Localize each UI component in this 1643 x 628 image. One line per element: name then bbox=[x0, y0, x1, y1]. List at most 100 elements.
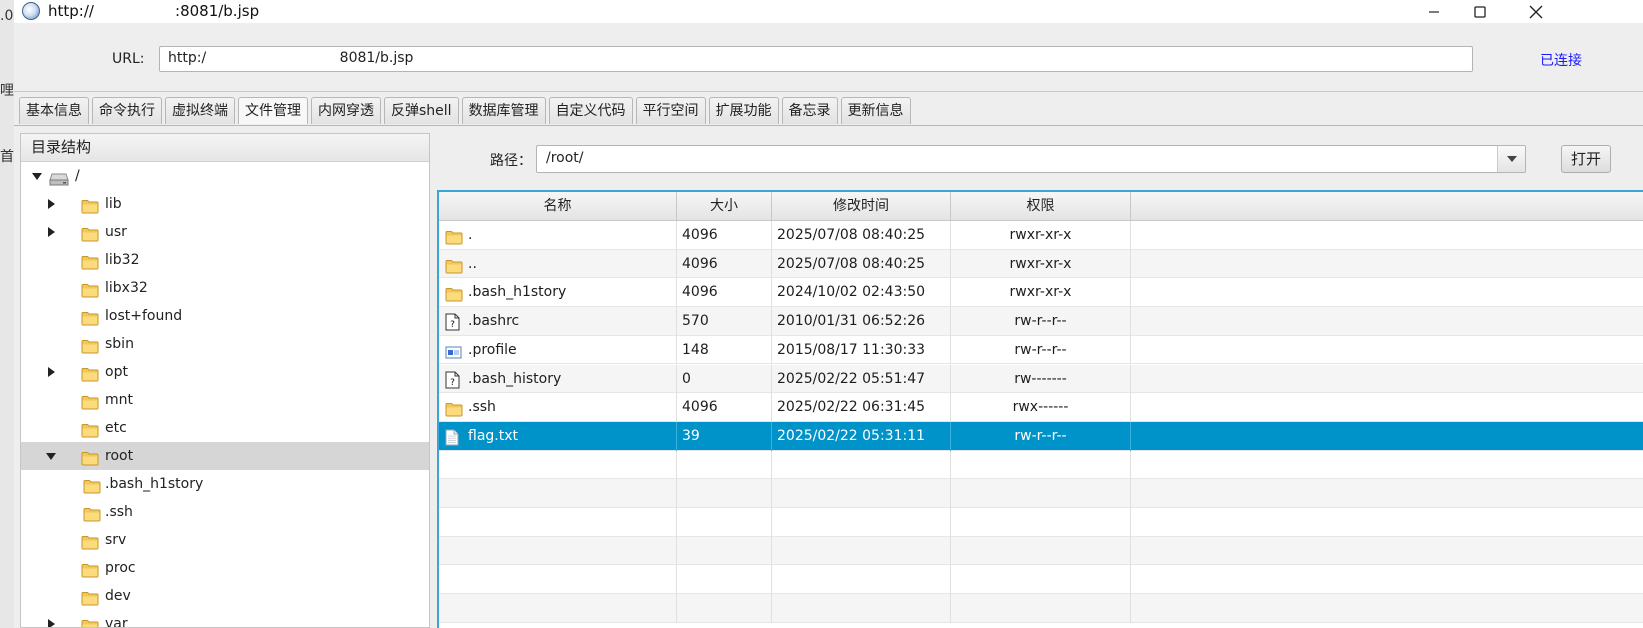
tab[interactable]: 扩展功能 bbox=[708, 97, 779, 124]
collapsed-arrow-icon[interactable] bbox=[45, 610, 57, 627]
file-size-cell: 148 bbox=[677, 335, 772, 365]
file-name: .bash_history bbox=[468, 370, 562, 387]
column-header[interactable]: 权限 bbox=[951, 192, 1131, 221]
tree-item[interactable]: usr bbox=[21, 218, 429, 246]
column-header[interactable]: 名称 bbox=[439, 192, 677, 221]
tab[interactable]: 数据库管理 bbox=[461, 97, 546, 124]
table-row[interactable]: .bash_h1story 4096 2024/10/02 02:43:50 rwxr… bbox=[439, 278, 1643, 308]
tree-header: 目录结构 bbox=[21, 134, 429, 162]
window-title: http:// :8081/b.jsp bbox=[48, 2, 260, 20]
text-file-icon bbox=[445, 428, 459, 451]
tree-item-label: opt bbox=[105, 364, 128, 380]
tree-item[interactable]: srv bbox=[21, 526, 429, 554]
column-header[interactable]: 大小 bbox=[677, 192, 772, 221]
tree-item[interactable]: root bbox=[21, 442, 429, 470]
file-mtime-cell bbox=[772, 536, 951, 566]
tree-item[interactable]: lib32 bbox=[21, 246, 429, 274]
tree-item-label: mnt bbox=[105, 392, 133, 408]
filler-cell bbox=[1131, 508, 1643, 537]
table-header: 名称 大小 修改时间 权限 bbox=[439, 192, 1643, 221]
file-permission-cell: rwxr-xr-x bbox=[951, 278, 1131, 308]
filler-cell bbox=[1131, 221, 1643, 250]
file-name-cell: .ssh bbox=[439, 393, 677, 422]
table-row[interactable]: .ssh 4096 2025/02/22 06:31:45 rwx------ bbox=[439, 393, 1643, 422]
file-name-cell: ? .bash_history bbox=[439, 364, 677, 394]
tree-item[interactable]: dev bbox=[21, 582, 429, 610]
tab[interactable]: 内网穿透 bbox=[311, 97, 381, 124]
tree-item[interactable]: opt bbox=[21, 358, 429, 386]
tree-item-label: proc bbox=[105, 560, 136, 576]
open-button[interactable]: 打开 bbox=[1561, 145, 1611, 173]
app-icon bbox=[22, 2, 40, 20]
tab[interactable]: 命令执行 bbox=[92, 97, 162, 124]
svg-text:?: ? bbox=[450, 378, 455, 388]
tree-item[interactable]: libx32 bbox=[21, 274, 429, 302]
path-dropdown-button[interactable] bbox=[1497, 146, 1525, 172]
filler-cell bbox=[1131, 565, 1643, 594]
tab[interactable]: 自定义代码 bbox=[548, 97, 633, 124]
tree-item[interactable]: lib bbox=[21, 190, 429, 218]
file-mtime-cell: 2024/10/02 02:43:50 bbox=[772, 278, 951, 308]
title-bar[interactable]: http:// :8081/b.jsp bbox=[14, 0, 1643, 23]
table-row[interactable]: ? .bash_history 0 2025/02/22 05:51:47 rw----… bbox=[439, 364, 1643, 394]
table-row[interactable]: flag.txt 39 2025/02/22 05:31:11 rw-r--r-- bbox=[439, 421, 1643, 451]
filler-cell bbox=[1131, 307, 1643, 336]
directory-tree-panel: 目录结构 / lib usr lib32 libx32 lost+found sbin opt… bbox=[20, 133, 430, 628]
tab[interactable]: 更新信息 bbox=[840, 97, 911, 124]
collapsed-arrow-icon[interactable] bbox=[45, 218, 57, 246]
filler-cell bbox=[1131, 594, 1643, 623]
maximize-button[interactable] bbox=[1457, 0, 1503, 23]
background-text: 哩 bbox=[0, 83, 14, 99]
filler-cell bbox=[1131, 365, 1643, 394]
table-row[interactable]: .. 4096 2025/07/08 08:40:25 rwxr-xr-x bbox=[439, 249, 1643, 279]
tree-item[interactable]: .ssh bbox=[21, 498, 429, 526]
tree-item-label: var bbox=[105, 616, 128, 628]
tab[interactable]: 平行空间 bbox=[635, 97, 706, 124]
tab-bar: 基本信息 命令执行 虚拟终端 文件管理 内网穿透 反弹shell 数据库管理 自定义代码 平行空… bbox=[19, 97, 914, 125]
tree-item[interactable]: mnt bbox=[21, 386, 429, 414]
file-size-cell: 570 bbox=[677, 307, 772, 336]
path-input[interactable]: /root/ bbox=[546, 150, 584, 166]
background-text: 首 bbox=[0, 149, 14, 165]
path-combobox[interactable]: /root/ bbox=[536, 145, 1526, 173]
tree-item[interactable]: lost+found bbox=[21, 302, 429, 330]
connection-status: 已连接 bbox=[1540, 53, 1582, 69]
empty-table-row bbox=[439, 565, 1643, 595]
url-label: URL: bbox=[112, 51, 145, 67]
tab[interactable]: 虚拟终端 bbox=[165, 97, 235, 124]
url-input[interactable]: http:/ 8081/b.jsp bbox=[159, 46, 1473, 72]
column-header[interactable]: 修改时间 bbox=[772, 192, 951, 221]
filler-cell bbox=[1131, 250, 1643, 279]
tree-item-label: root bbox=[105, 448, 134, 464]
filler-cell bbox=[1131, 422, 1643, 451]
tree-item-label: lib32 bbox=[105, 252, 140, 268]
tree-item[interactable]: var bbox=[21, 610, 429, 628]
minimize-button[interactable] bbox=[1411, 0, 1457, 23]
tab[interactable]: 文件管理 bbox=[238, 97, 308, 124]
tree-item[interactable]: sbin bbox=[21, 330, 429, 358]
table-row[interactable]: ? .bashrc 570 2010/01/31 06:52:26 rw-r--r-- bbox=[439, 307, 1643, 336]
app-window: http:// :8081/b.jsp URL: http:/ 8081/b.j… bbox=[14, 0, 1643, 628]
collapsed-arrow-icon[interactable] bbox=[45, 190, 57, 218]
close-button[interactable] bbox=[1513, 0, 1559, 23]
file-mtime-cell bbox=[772, 565, 951, 595]
file-mtime-cell bbox=[772, 508, 951, 537]
file-permission-cell: rwxr-xr-x bbox=[951, 249, 1131, 279]
collapsed-arrow-icon[interactable] bbox=[45, 358, 57, 386]
tree-item[interactable]: / bbox=[21, 162, 429, 190]
tree-item[interactable]: .bash_h1story bbox=[21, 470, 429, 498]
tree-item[interactable]: etc bbox=[21, 414, 429, 442]
filler-cell bbox=[1131, 537, 1643, 566]
tab[interactable]: 基本信息 bbox=[19, 97, 89, 124]
tab[interactable]: 反弹shell bbox=[384, 97, 459, 124]
file-size-cell: 39 bbox=[677, 421, 772, 451]
tree-item[interactable]: proc bbox=[21, 554, 429, 582]
file-name-cell bbox=[439, 536, 677, 566]
tab[interactable]: 备忘录 bbox=[781, 97, 838, 124]
table-row[interactable]: .profile 148 2015/08/17 11:30:33 rw-r--r-- bbox=[439, 335, 1643, 365]
expanded-arrow-icon[interactable] bbox=[45, 442, 57, 470]
folder-icon bbox=[445, 256, 463, 279]
empty-table-row bbox=[439, 536, 1643, 566]
table-row[interactable]: . 4096 2025/07/08 08:40:25 rwxr-xr-x bbox=[439, 221, 1643, 250]
expanded-arrow-icon[interactable] bbox=[31, 162, 43, 190]
